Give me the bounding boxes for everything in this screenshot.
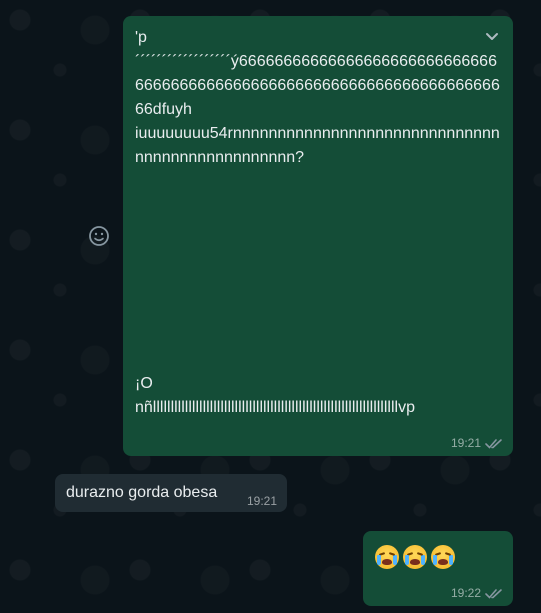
message-meta: 19:21 [247, 494, 277, 508]
message-bubble-outgoing[interactable]: 😭😭😭 19:22 [363, 531, 513, 606]
message-time: 19:21 [246, 494, 277, 508]
chevron-down-icon[interactable] [483, 28, 501, 46]
message-bubble-outgoing[interactable]: 'p ´´´´´´´´´´´´´´´´´´ý666666666666666666… [123, 16, 513, 456]
crying-face-icon [431, 544, 455, 569]
message-text: 'p ´´´´´´´´´´´´´´´´´´ý666666666666666666… [135, 29, 500, 166]
message-time: 19:21 [450, 436, 481, 450]
message-text: durazno gorda obesa [66, 484, 218, 501]
message-meta: 19:21 [451, 436, 503, 450]
emoji-message: 😭😭😭 [375, 541, 501, 571]
message-text: ¡O nñlllllllllllllllllllllllllllllllllll… [135, 375, 415, 416]
emoji-reaction-icon[interactable] [87, 224, 111, 248]
crying-face-icon [375, 544, 399, 569]
message-meta: 19:22 [451, 586, 503, 600]
double-check-icon [485, 438, 502, 449]
crying-face-icon [403, 544, 427, 569]
message-time: 19:22 [450, 586, 481, 600]
message-bubble-incoming[interactable]: durazno gorda obesa 19:21 [55, 474, 287, 512]
double-check-icon [485, 588, 502, 599]
